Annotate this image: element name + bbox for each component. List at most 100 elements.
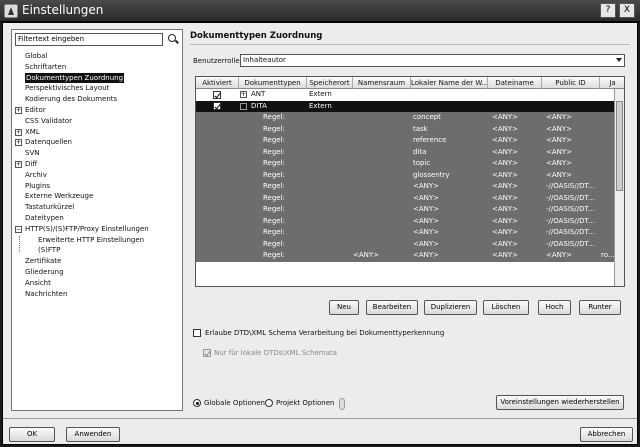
- doctype-row[interactable]: DITA Extern: [196, 100, 624, 112]
- tree-item[interactable]: Dokumenttypen Zuordnung: [12, 72, 182, 84]
- rule-row[interactable]: Regel: <ANY> <ANY> <ANY> <ANY> ro...: [196, 250, 624, 262]
- project-options-radio[interactable]: [265, 399, 273, 407]
- tree-item[interactable]: Externe Werkzeuge: [12, 191, 182, 202]
- collapse-icon[interactable]: [240, 102, 247, 110]
- tree-item[interactable]: + Datenquellen: [12, 137, 182, 148]
- doctype-location: Extern: [309, 101, 332, 110]
- rule-row[interactable]: Regel: task <ANY> <ANY>: [196, 123, 624, 135]
- tree-item[interactable]: Tastaturkürzel: [12, 202, 182, 213]
- rule-row[interactable]: Regel: topic <ANY> <ANY>: [196, 158, 624, 170]
- rule-row[interactable]: Regel: glossentry <ANY> <ANY>: [196, 169, 624, 181]
- global-options-label: Globale Optionen: [204, 399, 265, 407]
- tree-item[interactable]: Nachrichten: [12, 289, 182, 300]
- tree-item-label: Datenquellen: [25, 138, 72, 147]
- role-select[interactable]: Inhalteautor: [240, 54, 625, 67]
- rule-row[interactable]: Regel: concept <ANY> <ANY>: [196, 112, 624, 124]
- rule-filename: <ANY>: [492, 113, 519, 121]
- expand-icon[interactable]: +: [15, 106, 22, 114]
- tree-item[interactable]: Global: [12, 51, 182, 62]
- tree-item-label: (S)FTP: [38, 246, 61, 255]
- rule-row[interactable]: Regel: dita <ANY> <ANY>: [196, 146, 624, 158]
- move-up-button[interactable]: Hoch: [538, 300, 571, 315]
- column-header[interactable]: Speicherort: [307, 77, 353, 89]
- tree-item[interactable]: Schriftarten: [12, 62, 182, 73]
- global-options-radio[interactable]: [193, 399, 201, 407]
- tree-item[interactable]: Plugins: [12, 181, 182, 192]
- tree-item[interactable]: (S)FTP: [12, 245, 182, 256]
- edit-button[interactable]: Bearbeiten: [366, 300, 418, 315]
- search-icon[interactable]: [166, 33, 180, 46]
- column-header[interactable]: Dokumenttypen: [239, 77, 307, 89]
- rule-label: Regel:: [263, 182, 285, 190]
- tree-item[interactable]: Perspektivisches Layout: [12, 83, 182, 94]
- new-button[interactable]: Neu: [329, 300, 359, 315]
- rule-public-id: -//OASIS//DT...: [546, 228, 595, 236]
- tree-item[interactable]: SVN: [12, 148, 182, 159]
- doctype-row[interactable]: + ANT Extern: [196, 89, 624, 101]
- rule-filename: <ANY>: [492, 251, 519, 259]
- info-icon: [339, 398, 345, 410]
- rule-row[interactable]: Regel: <ANY> <ANY> -//OASIS//DT...: [196, 215, 624, 227]
- scroll-thumb[interactable]: [616, 101, 623, 191]
- tree-item[interactable]: CSS Validator: [12, 116, 182, 127]
- chevron-down-icon: [616, 58, 622, 62]
- tree-item[interactable]: Gliederung: [12, 267, 182, 278]
- rule-label: Regel:: [263, 136, 285, 144]
- column-header[interactable]: Public ID: [542, 77, 600, 89]
- dialog-body: Filtertext eingeben Global Schriftarten Do…: [2, 22, 638, 445]
- tree-item[interactable]: Archiv: [12, 170, 182, 181]
- rule-public-id: -//OASIS//DT...: [546, 239, 595, 248]
- tree-item[interactable]: Kodierung des Dokuments: [12, 94, 182, 105]
- move-down-button[interactable]: Runter: [579, 300, 621, 315]
- tree-item[interactable]: − HTTP(S)/(S)FTP/Proxy Einstellungen: [12, 224, 182, 235]
- rule-row[interactable]: Regel: <ANY> <ANY> -//OASIS//DT...: [196, 227, 624, 239]
- vertical-scrollbar[interactable]: [614, 89, 624, 286]
- rule-label: Regel:: [263, 193, 285, 202]
- help-button[interactable]: ?: [600, 3, 616, 18]
- duplicate-button[interactable]: Duplizieren: [424, 300, 477, 315]
- column-header[interactable]: Aktiviert: [196, 77, 239, 89]
- enabled-checkbox[interactable]: [213, 90, 221, 99]
- restore-defaults-button[interactable]: Voreinstellungen wiederherstellen: [496, 395, 624, 410]
- collapse-icon[interactable]: −: [15, 225, 22, 233]
- expand-icon[interactable]: +: [15, 139, 22, 147]
- enabled-checkbox[interactable]: [213, 102, 221, 110]
- close-button[interactable]: X: [619, 3, 635, 18]
- tree-item[interactable]: Dateitypen: [12, 213, 182, 224]
- rule-public-id: <ANY>: [546, 124, 573, 133]
- tree-item[interactable]: Ansicht: [12, 278, 182, 289]
- allow-dtd-checkbox[interactable]: [193, 329, 201, 337]
- column-header[interactable]: Lokaler Name der W...: [411, 77, 488, 89]
- tree-item[interactable]: + Diff: [12, 159, 182, 170]
- rule-row[interactable]: Regel: <ANY> <ANY> -//OASIS//DT...: [196, 204, 624, 216]
- expand-icon[interactable]: +: [15, 128, 22, 136]
- filter-input[interactable]: Filtertext eingeben: [15, 33, 163, 46]
- rule-row[interactable]: Regel: <ANY> <ANY> -//OASIS//DT...: [196, 181, 624, 193]
- rule-label: Regel:: [263, 239, 285, 248]
- ok-button[interactable]: OK: [9, 427, 55, 442]
- rule-row[interactable]: Regel: reference <ANY> <ANY>: [196, 135, 624, 147]
- cancel-button[interactable]: Abbrechen: [580, 427, 633, 442]
- tree-item[interactable]: + Editor: [12, 105, 182, 116]
- rule-public-id: <ANY>: [546, 170, 573, 179]
- tree-item[interactable]: Zertifikate: [12, 256, 182, 267]
- rule-public-id: -//OASIS//DT...: [546, 193, 595, 202]
- tree-item-label: XML: [25, 127, 40, 136]
- tree-item-label: Plugins: [25, 181, 51, 190]
- expand-icon[interactable]: +: [15, 160, 22, 168]
- expand-icon[interactable]: +: [240, 91, 247, 98]
- column-header[interactable]: Namensraum: [353, 77, 411, 89]
- rule-row[interactable]: Regel: <ANY> <ANY> -//OASIS//DT...: [196, 238, 624, 250]
- column-header[interactable]: Dateiname: [488, 77, 542, 89]
- tree-item-label: Global: [25, 52, 48, 60]
- rule-local-name: glossentry: [413, 170, 450, 179]
- column-header[interactable]: Ja: [600, 77, 624, 89]
- tree-item[interactable]: + XML: [12, 127, 182, 138]
- apply-button[interactable]: Anwenden: [66, 427, 120, 442]
- delete-button[interactable]: Löschen: [483, 300, 529, 315]
- rule-row[interactable]: Regel: <ANY> <ANY> -//OASIS//DT...: [196, 192, 624, 204]
- tree-connector: [19, 235, 20, 253]
- tree-item[interactable]: Erweiterte HTTP Einstellungen: [12, 235, 182, 246]
- rule-public-id: <ANY>: [546, 251, 573, 259]
- local-only-checkbox[interactable]: [203, 349, 211, 357]
